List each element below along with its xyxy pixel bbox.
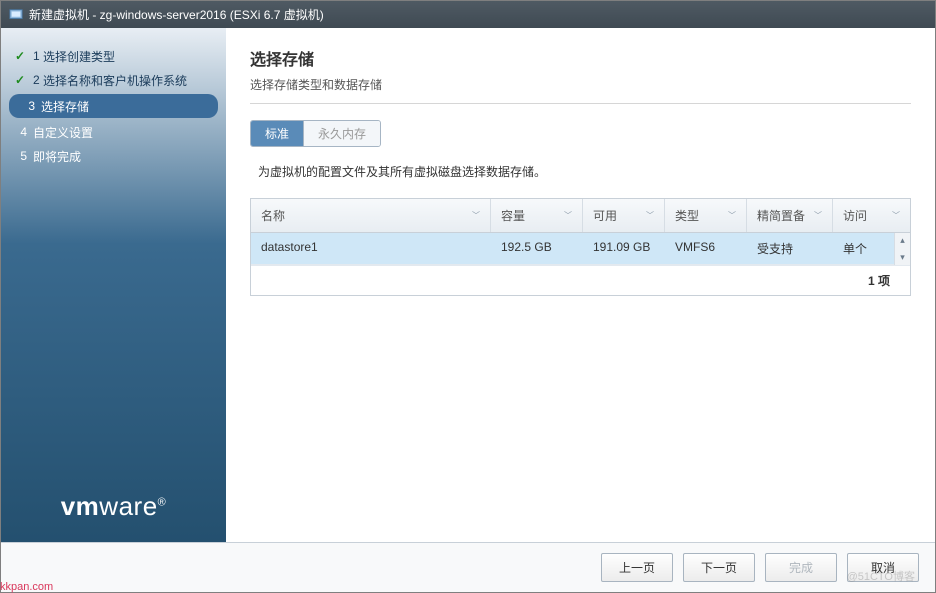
col-header-capacity[interactable]: 容量﹀ <box>491 199 583 232</box>
check-icon: ✓ <box>13 73 27 87</box>
table-body: datastore1 192.5 GB 191.09 GB VMFS6 受支持 … <box>251 233 910 265</box>
finish-button: 完成 <box>765 553 837 582</box>
divider <box>250 103 911 104</box>
table-row[interactable]: datastore1 192.5 GB 191.09 GB VMFS6 受支持 … <box>251 233 910 265</box>
page-subtitle: 选择存储类型和数据存储 <box>250 76 911 93</box>
cell-type: VMFS6 <box>665 233 747 264</box>
sort-icon: ﹀ <box>472 210 480 221</box>
sort-icon: ﹀ <box>892 210 900 221</box>
main-panel: 选择存储 选择存储类型和数据存储 标准 永久内存 为虚拟机的配置文件及其所有虚拟… <box>226 28 935 542</box>
step-label: 选择名称和客户机操作系统 <box>43 72 187 89</box>
scroll-up-icon[interactable]: ▴ <box>900 235 905 246</box>
cell-free: 191.09 GB <box>583 233 665 264</box>
prev-button[interactable]: 上一页 <box>601 553 673 582</box>
source-watermark: kkpan.com <box>0 581 53 593</box>
titlebar-text: 新建虚拟机 - zg-windows-server2016 (ESXi 6.7 … <box>29 6 324 23</box>
step-2[interactable]: ✓ 2 选择名称和客户机操作系统 <box>1 68 226 92</box>
row-count: 1 项 <box>868 272 890 289</box>
step-label: 即将完成 <box>33 148 81 165</box>
cancel-button[interactable]: 取消 <box>847 553 919 582</box>
sort-icon: ﹀ <box>728 210 736 221</box>
col-header-thin[interactable]: 精简置备﹀ <box>747 199 833 232</box>
col-header-type[interactable]: 类型﹀ <box>665 199 747 232</box>
step-4: 4 自定义设置 <box>1 120 226 144</box>
table-footer: 1 项 <box>251 265 910 295</box>
cell-name: datastore1 <box>251 233 491 264</box>
scroll-arrows: ▴ ▾ <box>894 233 910 265</box>
sort-icon: ﹀ <box>646 210 654 221</box>
next-button[interactable]: 下一页 <box>683 553 755 582</box>
datastore-table: 名称﹀ 容量﹀ 可用﹀ 类型﹀ 精简置备﹀ 访问﹀ datastore1 192… <box>250 198 911 296</box>
step-label: 选择创建类型 <box>43 48 115 65</box>
scroll-down-icon[interactable]: ▾ <box>900 252 905 263</box>
cell-thin: 受支持 <box>747 233 833 264</box>
step-label: 自定义设置 <box>33 124 93 141</box>
description-text: 为虚拟机的配置文件及其所有虚拟磁盘选择数据存储。 <box>258 163 911 180</box>
cell-capacity: 192.5 GB <box>491 233 583 264</box>
vmware-logo: vmware® <box>1 491 226 522</box>
vm-icon <box>9 8 23 22</box>
storage-type-tabs: 标准 永久内存 <box>250 120 381 147</box>
page-title: 选择存储 <box>250 46 911 70</box>
col-header-name[interactable]: 名称﹀ <box>251 199 491 232</box>
step-5: 5 即将完成 <box>1 144 226 168</box>
check-icon: ✓ <box>13 49 27 63</box>
step-label: 选择存储 <box>41 98 89 115</box>
sort-icon: ﹀ <box>814 210 822 221</box>
step-1[interactable]: ✓ 1 选择创建类型 <box>1 44 226 68</box>
tab-persistent[interactable]: 永久内存 <box>304 121 380 146</box>
titlebar: 新建虚拟机 - zg-windows-server2016 (ESXi 6.7 … <box>1 1 935 28</box>
col-header-access[interactable]: 访问﹀ <box>833 199 910 232</box>
step-3-current[interactable]: 3 选择存储 <box>9 94 218 118</box>
sort-icon: ﹀ <box>564 210 572 221</box>
sidebar: ✓ 1 选择创建类型 ✓ 2 选择名称和客户机操作系统 3 选择存储 4 自定义… <box>1 28 226 542</box>
tab-standard[interactable]: 标准 <box>251 121 304 146</box>
dialog-footer: 上一页 下一页 完成 取消 @51CTO博客 <box>1 542 935 592</box>
col-header-free[interactable]: 可用﹀ <box>583 199 665 232</box>
table-header: 名称﹀ 容量﹀ 可用﹀ 类型﹀ 精简置备﹀ 访问﹀ <box>251 199 910 233</box>
wizard-window: 新建虚拟机 - zg-windows-server2016 (ESXi 6.7 … <box>0 0 936 593</box>
dialog-body: ✓ 1 选择创建类型 ✓ 2 选择名称和客户机操作系统 3 选择存储 4 自定义… <box>1 28 935 542</box>
